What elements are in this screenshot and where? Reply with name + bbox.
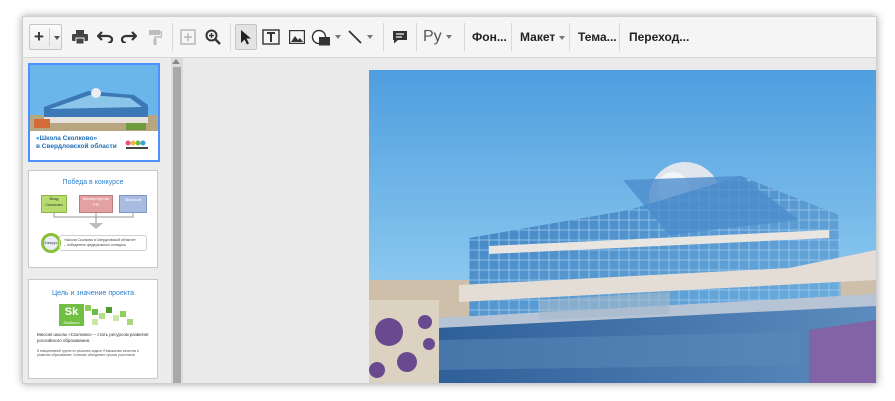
toolbar-separator [569, 23, 570, 51]
paint-roller-icon [149, 30, 162, 45]
chevron-down-icon [559, 35, 566, 40]
layout-label: Макет [520, 30, 556, 44]
building-photo [369, 70, 876, 383]
toolbar: + Ру Фон... Макет Тема... Переход... [23, 17, 876, 58]
current-slide[interactable] [369, 70, 876, 383]
zoom-button[interactable] [202, 24, 224, 50]
transition-button[interactable]: Переход... [629, 24, 689, 50]
shape-icon [311, 29, 330, 45]
toolbar-separator [511, 23, 512, 51]
select-tool-button[interactable] [235, 24, 257, 50]
print-button[interactable] [69, 24, 91, 50]
zoom-fit-button[interactable] [177, 24, 199, 50]
slide-editor-canvas [183, 58, 876, 383]
comment-icon [393, 31, 407, 44]
input-tools-button[interactable]: Ру [423, 24, 461, 50]
sk-logo-text: Sk [64, 306, 79, 318]
redo-icon [121, 31, 137, 43]
line-button[interactable] [347, 24, 379, 50]
image-icon [289, 30, 305, 44]
diagram-note: «Школа Сколково в Свердловской области» … [59, 235, 147, 251]
zoom-icon [205, 29, 221, 45]
toolbar-separator [383, 23, 384, 51]
chevron-down-icon [367, 35, 373, 39]
slide-thumbnail-3[interactable]: Цель и значение проекта Sk Skolkovo Мисс… [28, 279, 158, 379]
slide-1-title-line2: в Свердловской области [36, 143, 117, 150]
chevron-down-icon[interactable] [54, 36, 60, 40]
pixel-pattern-decoration [85, 305, 133, 325]
toolbar-separator [464, 23, 465, 51]
plus-icon: + [34, 27, 44, 46]
slide-3-title: Цель и значение проекта [52, 290, 134, 297]
undo-icon [97, 31, 113, 43]
layout-button[interactable]: Макет [520, 24, 566, 50]
slide-1-title-line1: «Школа Сколково» [36, 135, 98, 142]
text-box-icon [262, 29, 280, 45]
input-tools-label: Ру [423, 28, 442, 45]
skolkovo-sk-logo: Sk Skolkovo [59, 304, 84, 326]
background-label: Фон... [472, 30, 507, 44]
slide-thumbnail-1[interactable]: «Школа Сколково» в Свердловской области [28, 63, 160, 162]
skolkovo-logo [125, 140, 148, 149]
shape-button[interactable] [311, 24, 345, 50]
redo-button[interactable] [118, 24, 140, 50]
chevron-down-icon [335, 35, 341, 39]
button-divider [49, 28, 50, 46]
print-icon [72, 30, 88, 44]
text-box-button[interactable] [260, 24, 282, 50]
diagram-note-line2: – победитель федерального конкурса [64, 243, 126, 247]
cursor-arrow-icon [241, 30, 251, 45]
scroll-up-arrow-icon[interactable] [172, 59, 180, 64]
slide-filmstrip: «Школа Сколково» в Свердловской области … [23, 58, 171, 383]
chevron-down-icon [445, 34, 452, 39]
line-icon [348, 30, 362, 44]
transition-label: Переход... [629, 30, 690, 44]
background-button[interactable]: Фон... [472, 24, 507, 50]
slide-thumbnail-2[interactable]: Победа в конкурсе Вход Сколково Министер… [28, 170, 158, 268]
theme-button[interactable]: Тема... [578, 24, 617, 50]
slide-3-bullet-2: В инициативной группе по решению задачи … [37, 349, 139, 358]
toolbar-separator [619, 23, 620, 51]
sk-logo-sub: Skolkovo [63, 320, 80, 325]
filmstrip-scrollbar-thumb[interactable] [173, 67, 181, 383]
insert-comment-button[interactable] [389, 24, 411, 50]
new-slide-button[interactable]: + [29, 24, 62, 50]
presentation-editor-window: + Ру Фон... Макет Тема... Переход... «Шк… [22, 16, 877, 384]
insert-image-button[interactable] [286, 24, 308, 50]
zoom-select-icon [180, 29, 196, 45]
toolbar-separator [230, 23, 231, 51]
toolbar-separator [172, 23, 173, 51]
paint-format-button[interactable] [144, 24, 166, 50]
theme-label: Тема... [578, 30, 617, 44]
slide-1-title: «Школа Сколково» в Свердловской области [36, 135, 117, 151]
undo-button[interactable] [94, 24, 116, 50]
slide-3-bullet-1: Миссия школы «Сколково» – стать ресурсом… [37, 332, 149, 343]
diagram-circle: Конкурс [41, 233, 61, 253]
toolbar-separator [416, 23, 417, 51]
